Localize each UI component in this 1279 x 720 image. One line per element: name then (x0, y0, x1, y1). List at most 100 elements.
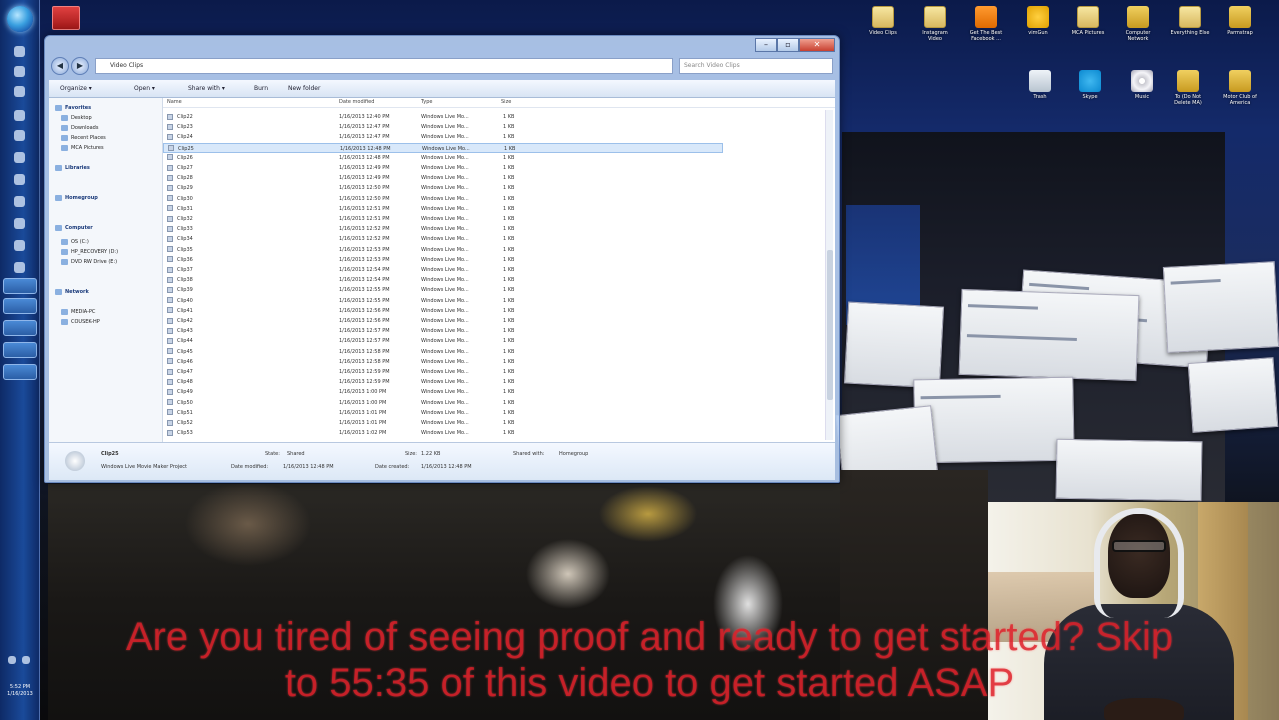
quicklaunch-icon[interactable] (14, 262, 25, 273)
desktop-icon[interactable]: Skype (1070, 70, 1110, 100)
file-row[interactable]: Clip35 1/16/2013 12:53 PM Windows Live Mo.… (163, 245, 723, 255)
file-row[interactable]: Clip53 1/16/2013 1:02 PM Windows Live Mo..… (163, 428, 723, 438)
organize-button[interactable]: Organize ▾ (57, 83, 95, 95)
search-input[interactable]: Search Video Clips (679, 58, 833, 74)
taskbar-app-button[interactable] (3, 278, 37, 294)
file-row[interactable]: Clip26 1/16/2013 12:48 PM Windows Live Mo.… (163, 153, 723, 163)
taskbar-app-button[interactable] (3, 320, 37, 336)
file-row[interactable]: Clip28 1/16/2013 12:49 PM Windows Live Mo.… (163, 173, 723, 183)
file-row[interactable]: Clip25 1/16/2013 12:48 PM Windows Live Mo.… (163, 142, 723, 153)
explorer-window[interactable]: – ▫ ✕ ◀ ▶ Video Clips Search Video Clips… (44, 35, 840, 483)
nav-item[interactable]: COUSEK-HP (61, 318, 100, 326)
nav-item[interactable]: Homegroup (55, 194, 98, 202)
scrollbar-thumb[interactable] (827, 250, 833, 400)
quicklaunch-icon[interactable] (14, 174, 25, 185)
file-row[interactable]: Clip45 1/16/2013 12:58 PM Windows Live Mo.… (163, 347, 723, 357)
start-button[interactable] (7, 6, 33, 32)
file-row[interactable]: Clip27 1/16/2013 12:49 PM Windows Live Mo.… (163, 163, 723, 173)
desktop-icon[interactable]: Motor Club of America (1220, 70, 1260, 106)
file-row[interactable]: Clip43 1/16/2013 12:57 PM Windows Live Mo.… (163, 326, 723, 336)
file-row[interactable]: Clip36 1/16/2013 12:53 PM Windows Live Mo.… (163, 255, 723, 265)
file-row[interactable]: Clip22 1/16/2013 12:40 PM Windows Live Mo.… (163, 112, 723, 122)
file-row[interactable]: Clip34 1/16/2013 12:52 PM Windows Live Mo.… (163, 234, 723, 244)
desktop-icon[interactable]: Music (1122, 70, 1162, 100)
nav-item[interactable]: Downloads (61, 124, 98, 132)
quicklaunch-icon[interactable] (14, 66, 25, 77)
quicklaunch-icon[interactable] (14, 110, 25, 121)
minimize-button[interactable]: – (755, 38, 777, 52)
taskbar-app-button[interactable] (3, 298, 37, 314)
quicklaunch-icon[interactable] (14, 46, 25, 57)
forward-button[interactable]: ▶ (71, 57, 89, 75)
file-row[interactable]: Clip40 1/16/2013 12:55 PM Windows Live Mo.… (163, 296, 723, 306)
file-row[interactable]: Clip33 1/16/2013 12:52 PM Windows Live Mo.… (163, 224, 723, 234)
address-bar[interactable]: Video Clips (95, 58, 673, 74)
burn-button[interactable]: Burn (251, 83, 271, 95)
desktop-icon[interactable]: Get The Best Facebook ... (966, 6, 1006, 42)
nav-item-label: Libraries (65, 165, 90, 171)
file-row[interactable]: Clip51 1/16/2013 1:01 PM Windows Live Mo..… (163, 408, 723, 418)
nav-item[interactable]: MEDIA-PC (61, 308, 95, 316)
file-row[interactable]: Clip38 1/16/2013 12:54 PM Windows Live Mo.… (163, 275, 723, 285)
nav-item[interactable]: Network (55, 288, 89, 296)
desktop-icon[interactable]: Video Clips (863, 6, 903, 36)
vertical-scrollbar[interactable] (825, 110, 833, 440)
file-row[interactable]: Clip37 1/16/2013 12:54 PM Windows Live Mo.… (163, 265, 723, 275)
file-row[interactable]: Clip50 1/16/2013 1:00 PM Windows Live Mo..… (163, 398, 723, 408)
file-row[interactable]: Clip44 1/16/2013 12:57 PM Windows Live Mo.… (163, 336, 723, 346)
nav-item[interactable]: Recent Places (61, 134, 106, 142)
quicklaunch-icon[interactable] (14, 152, 25, 163)
file-row[interactable]: Clip48 1/16/2013 12:59 PM Windows Live Mo.… (163, 377, 723, 387)
nav-item[interactable]: Libraries (55, 164, 90, 172)
tray-flag-icon[interactable] (8, 656, 16, 664)
open-button[interactable]: Open ▾ (131, 83, 158, 95)
column-name[interactable]: Name (167, 99, 182, 105)
maximize-button[interactable]: ▫ (777, 38, 799, 52)
share-with-button[interactable]: Share with ▾ (185, 83, 228, 95)
nav-item[interactable]: Desktop (61, 114, 92, 122)
desktop-icon[interactable]: Computer Network (1118, 6, 1158, 42)
taskbar-pinned-red[interactable] (52, 6, 80, 30)
column-size[interactable]: Size (501, 99, 511, 105)
quicklaunch-icon[interactable] (14, 218, 25, 229)
nav-item[interactable]: Computer (55, 224, 93, 232)
quicklaunch-icon[interactable] (14, 240, 25, 251)
column-date-modified[interactable]: Date modified (339, 99, 374, 105)
desktop-icon[interactable]: Everything Else (1170, 6, 1210, 36)
file-row[interactable]: Clip39 1/16/2013 12:55 PM Windows Live Mo.… (163, 285, 723, 295)
nav-item[interactable]: Favorites (55, 104, 91, 112)
nav-item[interactable]: HP_RECOVERY (D:) (61, 248, 118, 256)
quicklaunch-icon[interactable] (14, 130, 25, 141)
desktop-icon[interactable]: vimGun (1018, 6, 1058, 36)
taskbar-app-button[interactable] (3, 364, 37, 380)
nav-item[interactable]: DVD RW Drive (E:) (61, 258, 117, 266)
desktop-icon[interactable]: Instagram Video (915, 6, 955, 42)
file-row[interactable]: Clip24 1/16/2013 12:47 PM Windows Live Mo.… (163, 132, 723, 142)
file-row[interactable]: Clip42 1/16/2013 12:56 PM Windows Live Mo.… (163, 316, 723, 326)
file-row[interactable]: Clip23 1/16/2013 12:47 PM Windows Live Mo.… (163, 122, 723, 132)
back-button[interactable]: ◀ (51, 57, 69, 75)
movie-project-file-icon (167, 368, 173, 375)
file-row[interactable]: Clip46 1/16/2013 12:58 PM Windows Live Mo.… (163, 357, 723, 367)
file-row[interactable]: Clip30 1/16/2013 12:50 PM Windows Live Mo.… (163, 194, 723, 204)
nav-item[interactable]: OS (C:) (61, 238, 89, 246)
file-row[interactable]: Clip47 1/16/2013 12:59 PM Windows Live Mo.… (163, 367, 723, 377)
file-row[interactable]: Clip41 1/16/2013 12:56 PM Windows Live Mo.… (163, 306, 723, 316)
close-button[interactable]: ✕ (799, 38, 835, 52)
nav-item[interactable]: MCA Pictures (61, 144, 104, 152)
file-row[interactable]: Clip29 1/16/2013 12:50 PM Windows Live Mo.… (163, 183, 723, 193)
file-row[interactable]: Clip49 1/16/2013 1:00 PM Windows Live Mo..… (163, 387, 723, 397)
new-folder-button[interactable]: New folder (285, 83, 323, 95)
title-bar[interactable]: – ▫ ✕ (45, 36, 839, 54)
file-row[interactable]: Clip52 1/16/2013 1:01 PM Windows Live Mo..… (163, 418, 723, 428)
quicklaunch-icon[interactable] (14, 196, 25, 207)
desktop-icon[interactable]: MCA Pictures (1068, 6, 1108, 36)
column-type[interactable]: Type (421, 99, 432, 105)
desktop-icon[interactable]: To (Do Not Delete MA) (1168, 70, 1208, 106)
desktop-icon[interactable]: Parmstrap (1220, 6, 1260, 36)
desktop-icon[interactable]: Trash (1020, 70, 1060, 100)
taskbar-app-button[interactable] (3, 342, 37, 358)
file-row[interactable]: Clip31 1/16/2013 12:51 PM Windows Live Mo.… (163, 204, 723, 214)
file-row[interactable]: Clip32 1/16/2013 12:51 PM Windows Live Mo.… (163, 214, 723, 224)
quicklaunch-icon[interactable] (14, 86, 25, 97)
